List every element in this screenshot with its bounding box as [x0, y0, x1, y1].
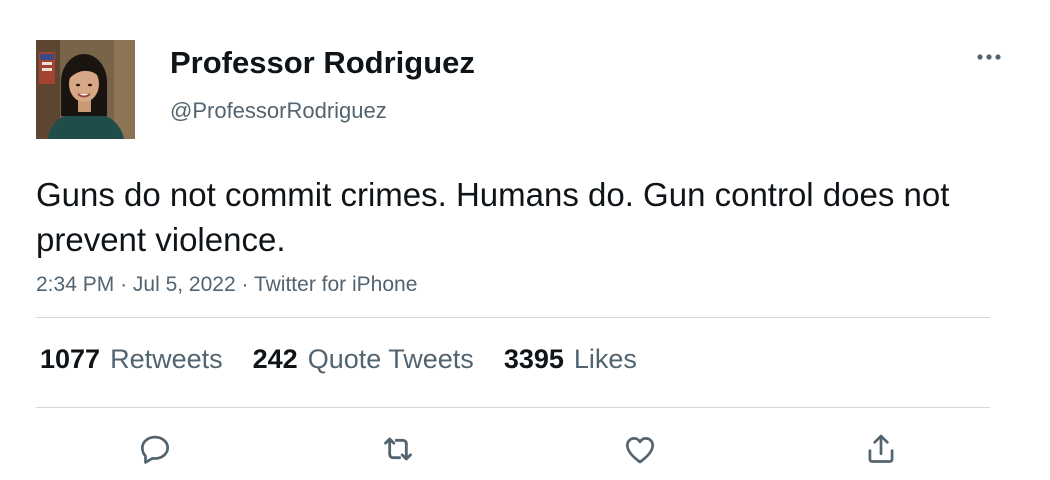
tweet-time[interactable]: 2:34 PM: [36, 273, 114, 296]
avatar[interactable]: [36, 40, 135, 139]
author-display-name[interactable]: Professor Rodriguez: [170, 44, 475, 82]
share-button[interactable]: [858, 428, 904, 474]
like-button[interactable]: [617, 428, 663, 474]
quote-tweets-count: 242: [252, 344, 298, 374]
tweet-text: Guns do not commit crimes. Humans do. Gu…: [36, 176, 950, 258]
heart-icon: [621, 430, 659, 473]
quote-tweets-stat[interactable]: 242 Quote Tweets: [253, 341, 474, 377]
tweet-metadata: 2:34 PM · Jul 5, 2022 · Twitter for iPho…: [36, 271, 417, 299]
retweets-stat[interactable]: 1077 Retweets: [40, 341, 223, 377]
retweets-count: 1077: [40, 344, 101, 374]
tweet-date[interactable]: Jul 5, 2022: [133, 273, 236, 296]
likes-label: Likes: [573, 344, 637, 374]
reply-button[interactable]: [132, 428, 178, 474]
tweet-card: Professor Rodriguez @ProfessorRodriguez …: [0, 0, 1050, 480]
likes-count: 3395: [503, 344, 564, 374]
more-icon: [976, 48, 1002, 66]
tweet-actions: [0, 428, 1050, 474]
retweet-icon: [378, 429, 418, 474]
more-options-button[interactable]: [968, 44, 1010, 70]
likes-stat[interactable]: 3395 Likes: [504, 341, 637, 377]
tweet-source: Twitter for iPhone: [253, 273, 418, 296]
quote-tweets-label: Quote Tweets: [307, 344, 474, 374]
retweet-button[interactable]: [375, 428, 421, 474]
engagement-stats: 1077 Retweets 242 Quote Tweets 3395 Like…: [40, 341, 667, 377]
meta-separator: ·: [120, 273, 128, 296]
divider: [36, 317, 990, 318]
share-icon: [862, 430, 900, 473]
meta-separator: ·: [241, 273, 249, 296]
reply-icon: [136, 430, 174, 473]
retweets-label: Retweets: [110, 344, 223, 374]
divider: [36, 407, 990, 408]
author-handle[interactable]: @ProfessorRodriguez: [170, 97, 387, 125]
